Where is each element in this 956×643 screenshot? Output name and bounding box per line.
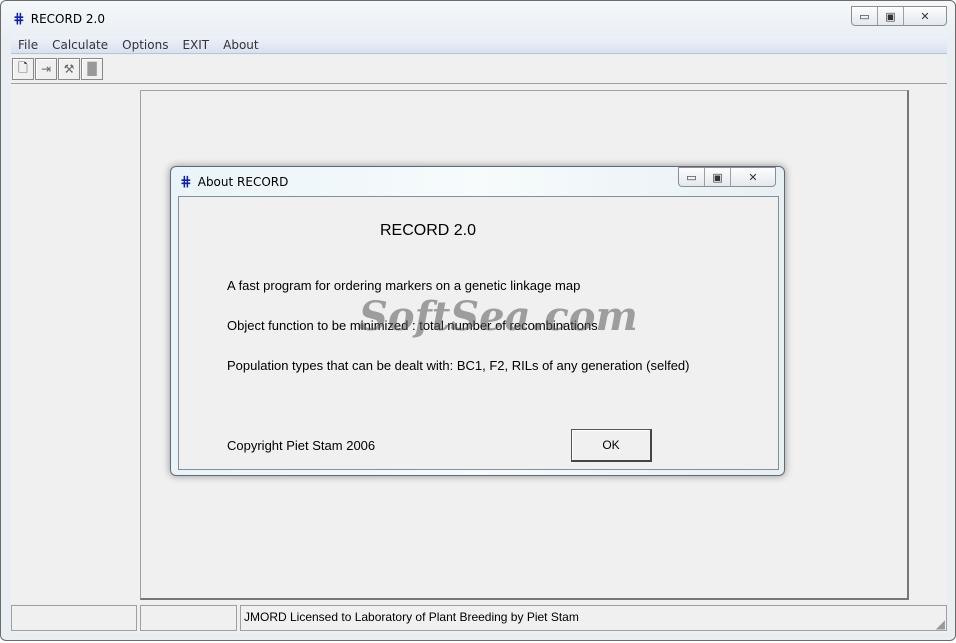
import-button[interactable]: ⇥ [35,58,57,80]
tools-icon: ⚒ [63,62,75,76]
window-title: RECORD 2.0 [30,12,105,26]
new-document-button[interactable]: 🗋 [12,58,34,80]
toolbar: 🗋 ⇥ ⚒ █ [11,55,947,83]
minimize-icon[interactable]: ▭ [852,7,878,25]
close-icon[interactable]: ✕ [904,7,946,25]
dialog-content: RECORD 2.0 A fast program for ordering m… [178,196,779,470]
ok-button[interactable]: OK [571,429,652,462]
tools-button[interactable]: ⚒ [58,58,80,80]
program-heading: RECORD 2.0 [380,222,477,239]
about-dialog: ⋕ About RECORD ▭ ▣ ✕ RECORD 2.0 A fast p… [170,166,785,476]
grid-icon: ⋕ [13,11,25,27]
maximize-icon[interactable]: ▣ [705,168,731,186]
window-controls: ▭ ▣ ✕ [851,6,947,26]
menu-options[interactable]: Options [115,38,175,52]
maximize-icon[interactable]: ▣ [878,7,904,25]
status-panel-license: JMORD Licensed to Laboratory of Plant Br… [240,605,947,631]
copyright-text: Copyright Piet Stam 2006 [227,438,376,453]
resize-grip-icon[interactable]: ◢ [936,617,945,631]
dialog-title: About RECORD [197,175,289,189]
title-bar: ⋕ RECORD 2.0 [13,11,105,27]
status-bar: JMORD Licensed to Laboratory of Plant Br… [11,605,947,633]
close-icon[interactable]: ✕ [731,168,775,186]
minimize-icon[interactable]: ▭ [679,168,705,186]
description-line: A fast program for ordering markers on a… [227,278,581,293]
import-icon: ⇥ [40,62,52,76]
menu-calculate[interactable]: Calculate [45,38,115,52]
menu-bar: File Calculate Options EXIT About [11,36,947,54]
objective-line: Object function to be minimized : total … [227,318,598,333]
dialog-title-bar: ⋕ About RECORD [180,174,288,190]
menu-about[interactable]: About [216,38,265,52]
stop-icon: █ [87,62,97,76]
new-document-icon: 🗋 [18,60,28,75]
status-panel-2 [140,605,237,631]
status-panel-1 [11,605,137,631]
population-line: Population types that can be dealt with:… [227,358,690,373]
menu-exit[interactable]: EXIT [175,38,216,52]
stop-button[interactable]: █ [81,58,103,80]
grid-icon: ⋕ [180,174,192,190]
menu-file[interactable]: File [11,38,45,52]
dialog-controls: ▭ ▣ ✕ [678,167,776,187]
